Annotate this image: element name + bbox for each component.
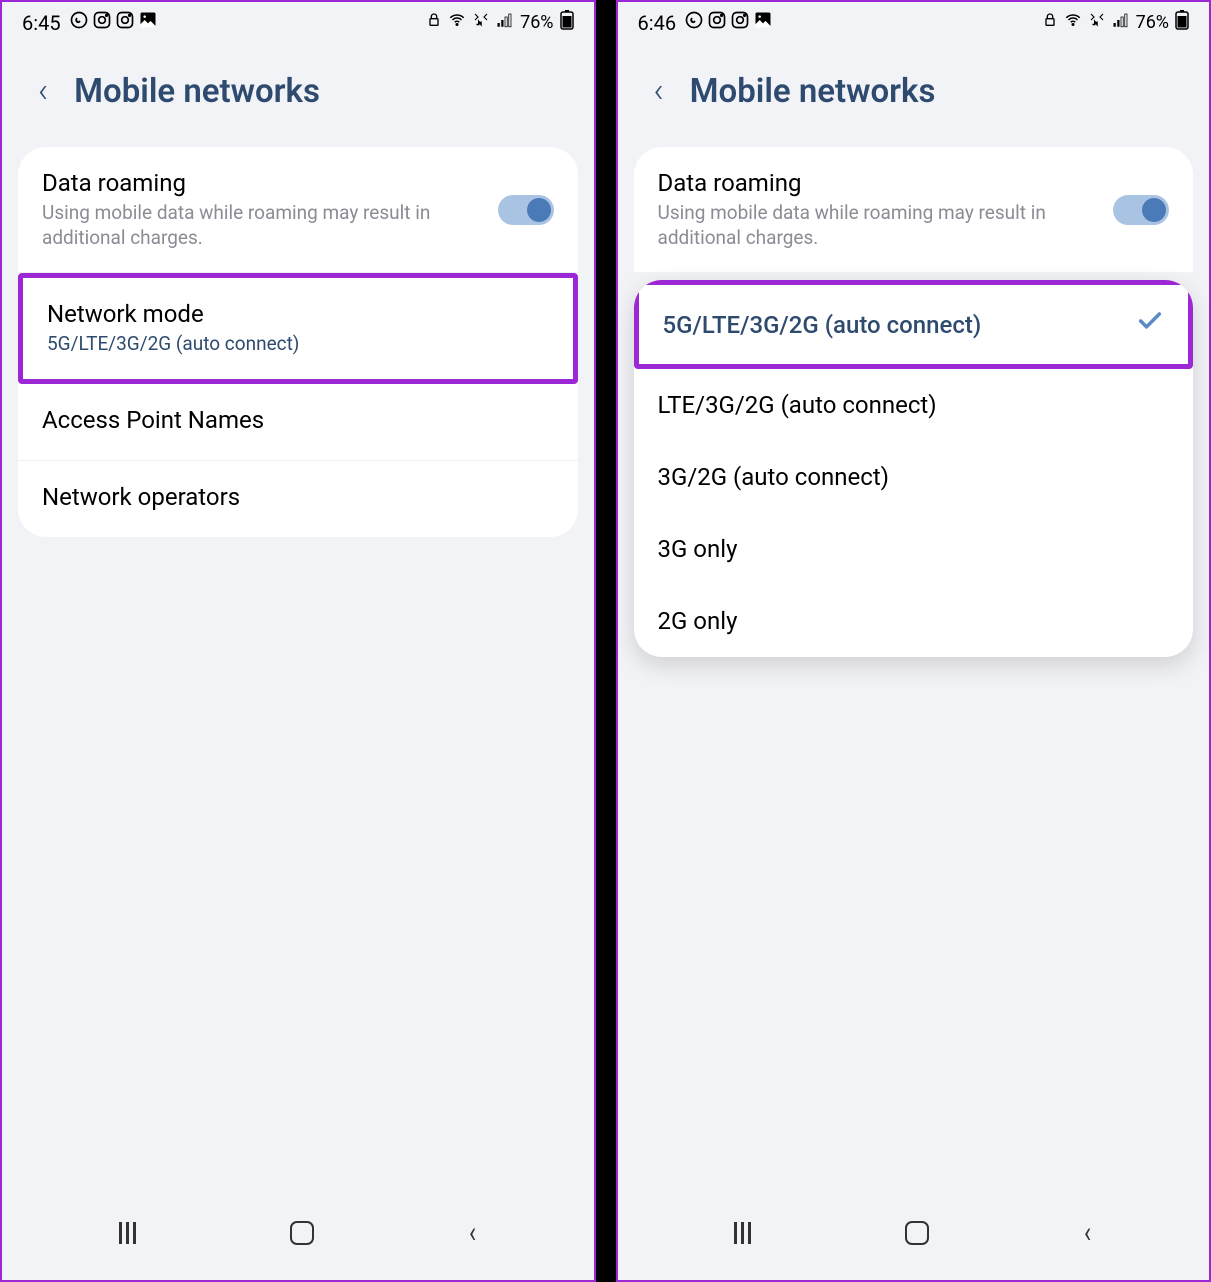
nav-back-button[interactable]: ‹ [468,1215,475,1250]
instagram-icon-2 [730,10,750,35]
back-button[interactable]: ‹ [654,71,664,111]
status-battery-pct: 76% [520,12,553,33]
data-roaming-toggle[interactable] [1113,195,1169,225]
status-bar: 6:46 [618,2,1210,43]
nav-recent-button[interactable] [734,1222,751,1244]
lock-icon [426,12,442,33]
screen-right: 6:46 [616,0,1211,1282]
lock-icon [1042,12,1058,33]
nav-home-button[interactable] [290,1221,314,1245]
whatsapp-icon [69,10,89,35]
signal-icon [1112,11,1130,34]
data-roaming-row[interactable]: Data roaming Using mobile data while roa… [18,147,578,273]
navigation-bar: ‹ [2,1191,594,1280]
data-roaming-title: Data roaming [658,169,1114,197]
nav-recent-button[interactable] [119,1222,136,1244]
data-roaming-toggle[interactable] [498,195,554,225]
dropdown-option-3g2g[interactable]: 3G/2G (auto connect) [634,441,1194,513]
network-mode-subtitle: 5G/LTE/3G/2G (auto connect) [47,332,549,357]
data-roaming-subtitle: Using mobile data while roaming may resu… [658,201,1114,250]
page-header: ‹ Mobile networks [2,43,594,139]
page-title: Mobile networks [74,72,320,111]
settings-card: Data roaming Using mobile data while roa… [634,147,1194,272]
volte-icon [1088,11,1106,34]
screen-left: 6:45 [0,0,596,1282]
battery-icon [560,10,574,35]
gallery-icon [753,10,773,35]
page-header: ‹ Mobile networks [618,43,1210,139]
apn-title: Access Point Names [42,406,554,434]
dropdown-option-2g[interactable]: 2G only [634,585,1194,657]
instagram-icon-2 [115,10,135,35]
operators-title: Network operators [42,483,554,511]
dropdown-option-3g[interactable]: 3G only [634,513,1194,585]
wifi-icon [1064,11,1082,34]
network-mode-title: Network mode [47,300,549,328]
dropdown-selected-option[interactable]: 5G/LTE/3G/2G (auto connect) [634,280,1194,369]
signal-icon [496,11,514,34]
wifi-icon [448,11,466,34]
status-battery-pct: 76% [1136,12,1169,33]
settings-card: Data roaming Using mobile data while roa… [18,147,578,537]
page-title: Mobile networks [690,72,936,111]
dropdown-option-lte[interactable]: LTE/3G/2G (auto connect) [634,369,1194,441]
network-mode-dropdown: 5G/LTE/3G/2G (auto connect) LTE/3G/2G (a… [634,280,1194,657]
data-roaming-title: Data roaming [42,169,498,197]
nav-home-button[interactable] [905,1221,929,1245]
network-mode-row[interactable]: Network mode 5G/LTE/3G/2G (auto connect) [18,273,578,384]
back-button[interactable]: ‹ [38,71,48,111]
apn-row[interactable]: Access Point Names [18,384,578,461]
navigation-bar: ‹ [618,1191,1210,1280]
nav-back-button[interactable]: ‹ [1084,1215,1091,1250]
checkmark-icon [1136,307,1164,342]
instagram-icon [707,10,727,35]
instagram-icon [92,10,112,35]
operators-row[interactable]: Network operators [18,461,578,537]
status-bar: 6:45 [2,2,594,43]
data-roaming-row[interactable]: Data roaming Using mobile data while roa… [634,147,1194,272]
gallery-icon [138,10,158,35]
data-roaming-subtitle: Using mobile data while roaming may resu… [42,201,498,250]
status-time: 6:46 [638,11,677,35]
battery-icon [1175,10,1189,35]
status-time: 6:45 [22,11,61,35]
volte-icon [472,11,490,34]
whatsapp-icon [684,10,704,35]
dropdown-selected-label: 5G/LTE/3G/2G (auto connect) [663,311,982,339]
